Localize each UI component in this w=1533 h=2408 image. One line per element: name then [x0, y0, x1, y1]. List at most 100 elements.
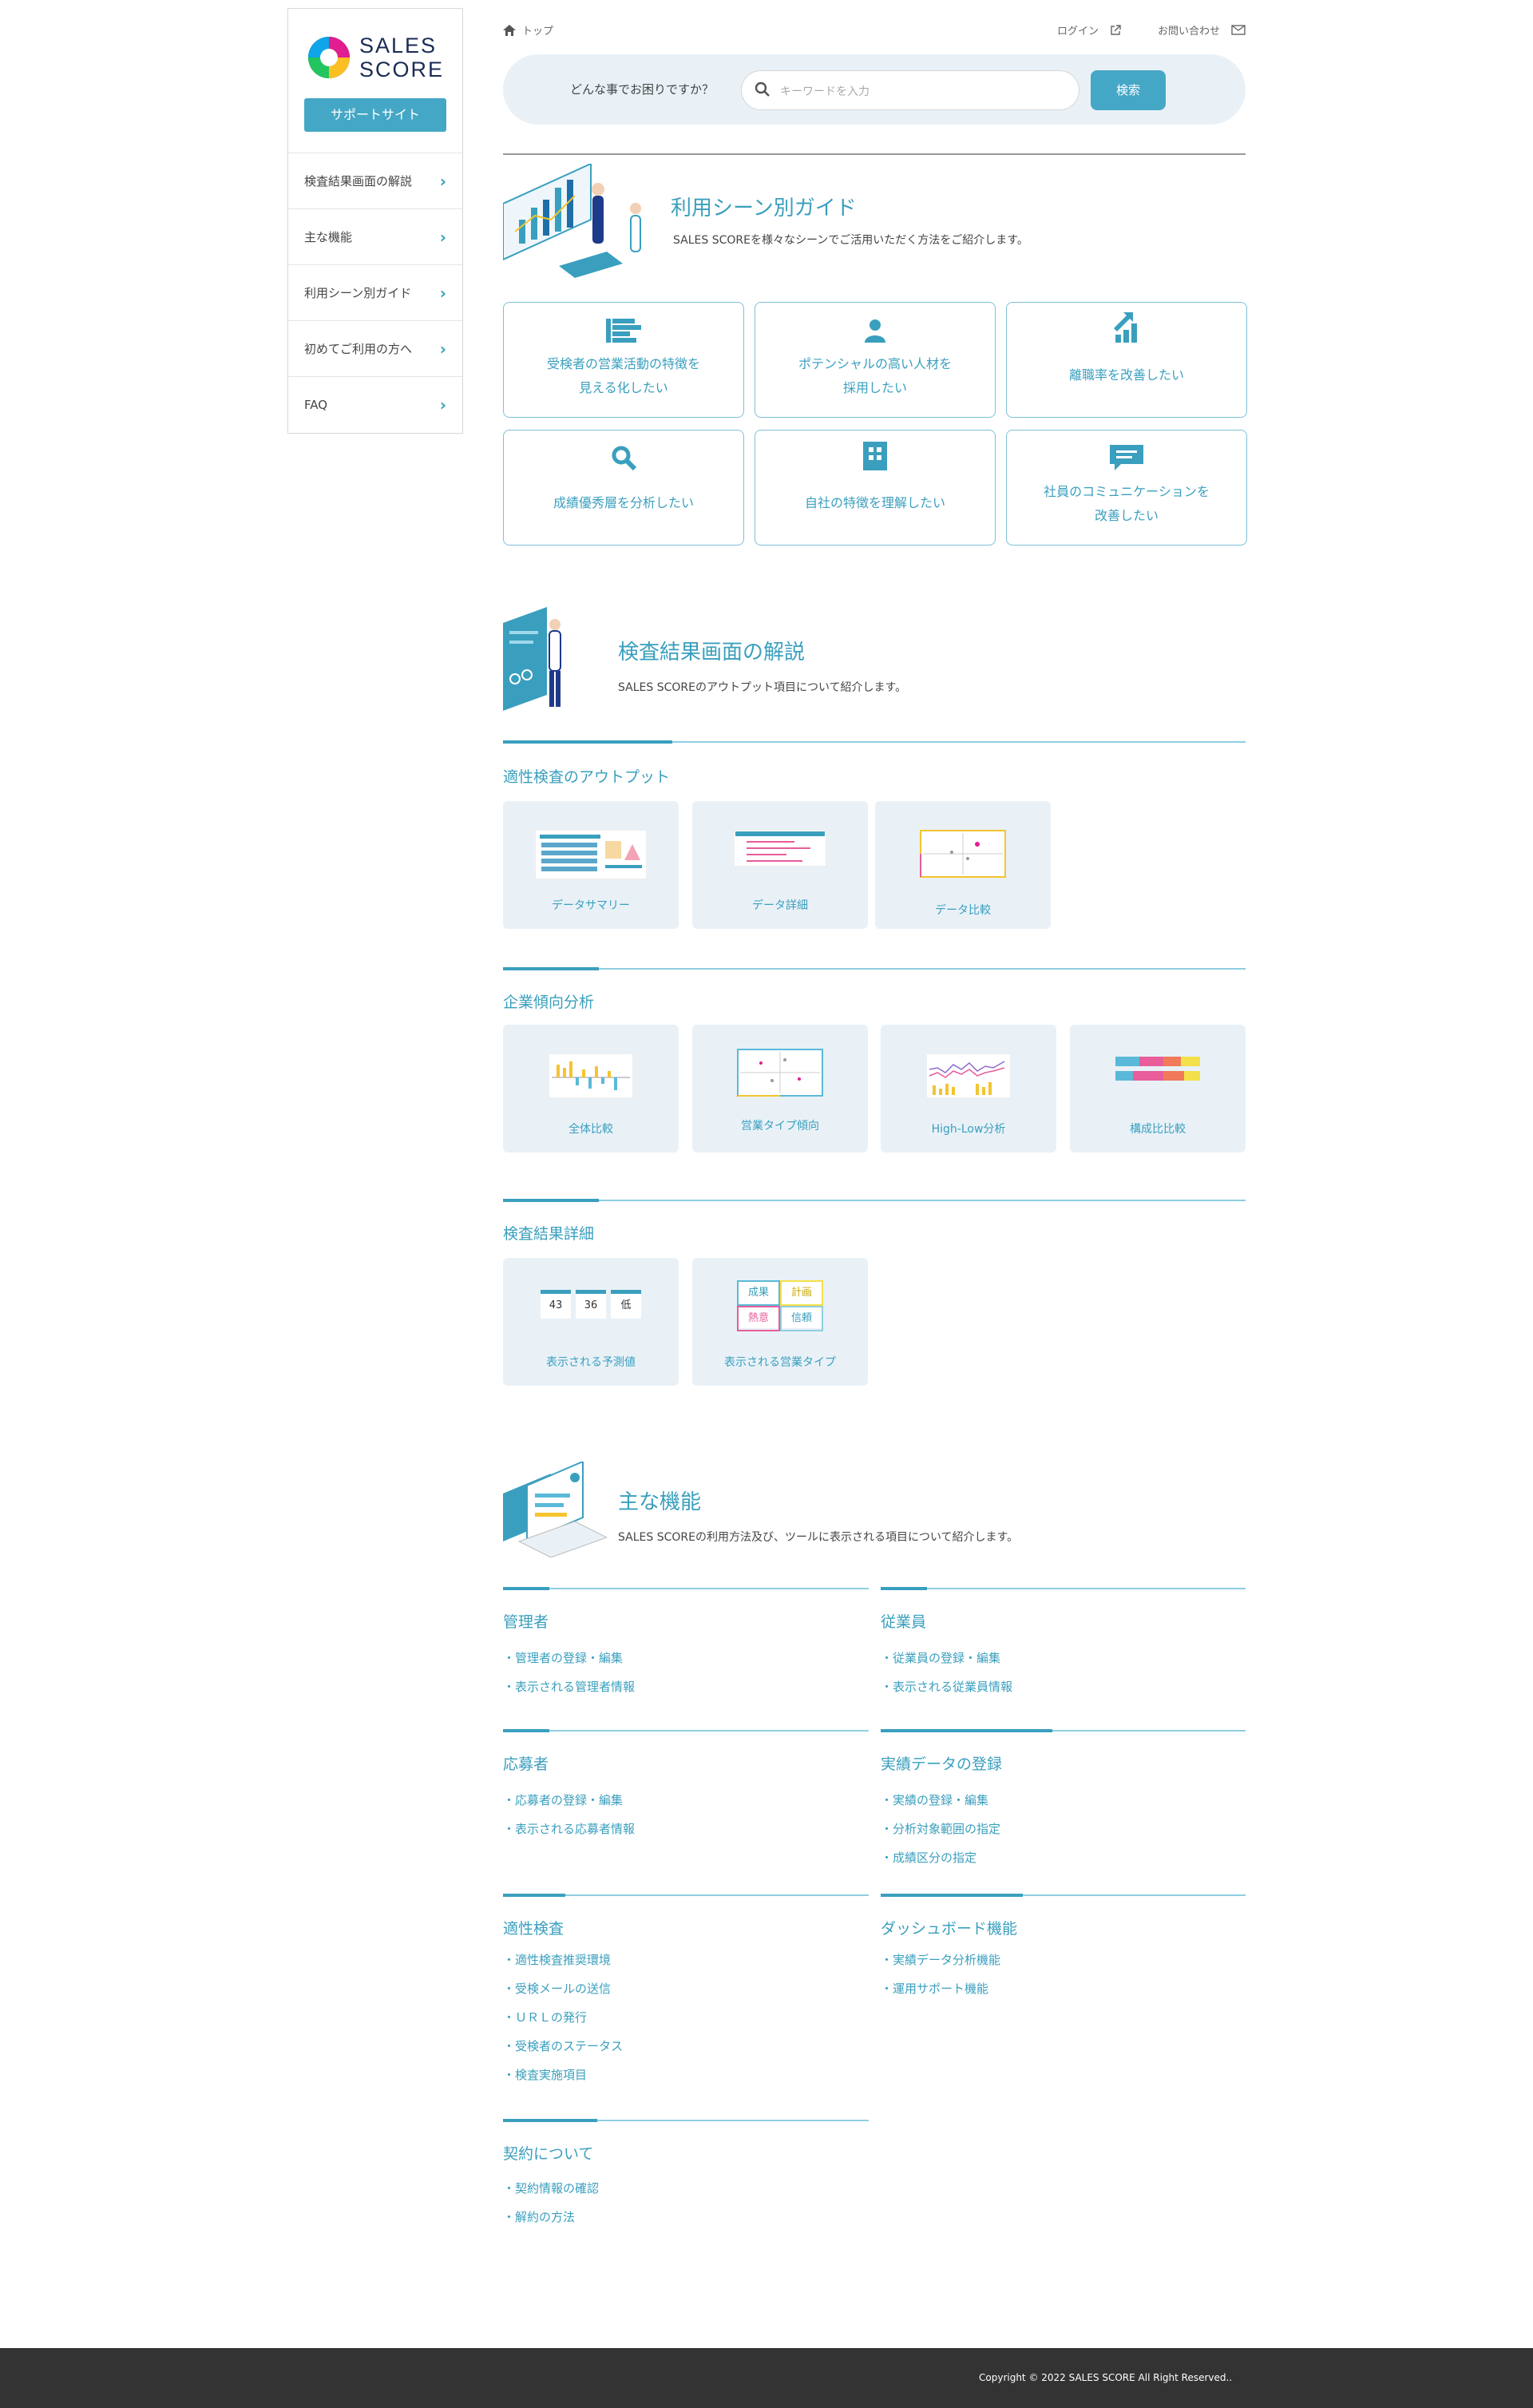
divider-accent	[503, 1894, 565, 1897]
feature-link[interactable]: ・検査実施項目	[503, 2061, 623, 2089]
guide-illustration	[503, 164, 641, 278]
group-divider	[881, 1894, 1246, 1897]
feature-link[interactable]: ・管理者の登録・編集	[503, 1644, 635, 1672]
feature-list-applicant: ・応募者の登録・編集 ・表示される応募者情報	[503, 1786, 635, 1843]
sidebar-item-label: FAQ	[304, 398, 328, 412]
feature-link[interactable]: ・表示される応募者情報	[503, 1815, 635, 1843]
home-icon	[503, 24, 516, 36]
chevron-right-icon: ›	[439, 283, 446, 303]
detail-card-label: 表示される営業タイプ	[724, 1356, 836, 1369]
detail-card-predictions[interactable]: 43 36 低 表示される予測値	[503, 1258, 679, 1386]
feature-link[interactable]: ・受検メールの送信	[503, 1974, 623, 2003]
output-card-label: データ詳細	[752, 899, 808, 912]
feature-link[interactable]: ・表示される従業員情報	[881, 1672, 1012, 1701]
chevron-right-icon: ›	[439, 395, 446, 415]
trend-card-sales-type[interactable]: 営業タイプ傾向	[692, 1025, 868, 1152]
results-title: 検査結果画面の解説	[618, 641, 806, 664]
predict-value-box: 43	[541, 1290, 571, 1319]
sidebar-item-beginners[interactable]: 初めてご利用の方へ ›	[288, 321, 462, 377]
sidebar-item-label: 主な機能	[304, 230, 353, 244]
search-input[interactable]: キーワードを入力	[741, 70, 1079, 110]
guide-card-company[interactable]: 自社の特徴を理解したい	[755, 430, 996, 545]
search-button[interactable]: 検索	[1091, 70, 1166, 110]
guide-card-visualize[interactable]: 受検者の営業活動の特徴を 見える化したい	[503, 302, 744, 418]
top-bar: トップ ログイン お問い合わせ	[503, 22, 1246, 40]
trend-card-label: 全体比較	[568, 1123, 613, 1136]
high-low-thumbnail	[926, 1053, 1011, 1098]
feature-link[interactable]: ・分析対象範囲の指定	[881, 1815, 1000, 1843]
footer: Copyright © 2022 SALES SCORE All Right R…	[0, 2348, 1533, 2408]
feature-link[interactable]: ・実績データ分析機能	[881, 1946, 1000, 1974]
group-divider	[503, 1894, 869, 1897]
guide-card-communication[interactable]: 社員のコミュニケーションを 改善したい	[1006, 430, 1247, 545]
feature-link[interactable]: ・運用サポート機能	[881, 1974, 1000, 2003]
feature-link[interactable]: ・従業員の登録・編集	[881, 1644, 1012, 1672]
features-illustration	[503, 1462, 607, 1557]
guide-card-analyze[interactable]: 成績優秀層を分析したい	[503, 430, 744, 545]
header-links: ログイン お問い合わせ	[1057, 22, 1246, 38]
trend-title: 企業傾向分析	[503, 994, 595, 1011]
overall-compare-thumbnail	[549, 1053, 633, 1098]
output-card-detail[interactable]: データ詳細	[692, 801, 868, 929]
group-divider	[503, 1587, 869, 1590]
guide-card-label: 離職率を改善したい	[1068, 367, 1184, 383]
feature-group-title: 実績データの登録	[881, 1755, 1003, 1773]
guide-card-label: 社員のコミュニケーションを	[1044, 484, 1210, 499]
contact-link[interactable]: お問い合わせ	[1158, 22, 1220, 38]
login-link[interactable]: ログイン	[1057, 22, 1099, 38]
mail-icon	[1231, 25, 1246, 35]
sidebar-item-features[interactable]: 主な機能 ›	[288, 209, 462, 265]
feature-link[interactable]: ・受検者のステータス	[503, 2032, 623, 2061]
guide-card-label: 成績優秀層を分析したい	[553, 495, 694, 510]
detail-card-sales-types[interactable]: 成果 計画 熱意 信頼 表示される営業タイプ	[692, 1258, 868, 1386]
guide-card-label: 採用したい	[842, 380, 907, 395]
guide-card-label: ポテンシャルの高い人材を	[798, 356, 952, 371]
trend-card-label: 営業タイプ傾向	[741, 1120, 819, 1133]
logo[interactable]: SALES SCORE	[304, 30, 446, 85]
guide-card-turnover[interactable]: 離職率を改善したい	[1006, 302, 1247, 418]
output-card-compare[interactable]: データ比較	[875, 801, 1051, 929]
copyright: Copyright © 2022 SALES SCORE All Right R…	[979, 2372, 1233, 2383]
group-divider	[881, 1729, 1246, 1732]
feature-list-dashboard: ・実績データ分析機能 ・運用サポート機能	[881, 1946, 1000, 2003]
section-divider	[503, 1199, 1246, 1202]
group-divider	[881, 1587, 1246, 1590]
logo-line1: SALES	[358, 34, 438, 58]
trend-card-high-low[interactable]: High-Low分析	[881, 1025, 1056, 1152]
feature-link[interactable]: ・適性検査推奨環境	[503, 1946, 623, 1974]
breadcrumb-home[interactable]: トップ	[503, 22, 553, 38]
feature-link[interactable]: ・解約の方法	[503, 2203, 599, 2231]
divider-accent	[881, 1894, 1023, 1897]
guide-card-recruit[interactable]: ポテンシャルの高い人材を 採用したい	[755, 302, 996, 418]
feature-link[interactable]: ・応募者の登録・編集	[503, 1786, 635, 1815]
support-site-button[interactable]: サポートサイト	[304, 98, 446, 132]
output-card-summary[interactable]: データサマリー	[503, 801, 679, 929]
search-panel: どんな事でお困りですか？ キーワードを入力 検索	[503, 54, 1246, 125]
trend-card-overall[interactable]: 全体比較	[503, 1025, 679, 1152]
sales-type-thumbnail	[737, 1049, 823, 1097]
feature-link[interactable]: ・契約情報の確認	[503, 2174, 599, 2203]
feature-link[interactable]: ・成績区分の指定	[881, 1843, 1000, 1872]
feature-list-employee: ・従業員の登録・編集 ・表示される従業員情報	[881, 1644, 1012, 1701]
search-icon	[755, 81, 770, 97]
bars-icon	[504, 303, 743, 343]
feature-link[interactable]: ・表示される管理者情報	[503, 1672, 635, 1701]
guide-card-label: 改善したい	[1094, 508, 1159, 523]
sidebar-item-faq[interactable]: FAQ ›	[288, 377, 462, 433]
divider-accent	[503, 1199, 599, 1202]
divider-accent	[503, 1587, 549, 1590]
group-divider	[503, 2119, 869, 2122]
features-desc: SALES SCOREの利用方法及び、ツールに表示される項目について紹介します。	[618, 1531, 1019, 1544]
feature-group-title: 適性検査	[503, 1920, 564, 1938]
divider-accent	[881, 1729, 1052, 1732]
sidebar-item-guide[interactable]: 利用シーン別ガイド ›	[288, 265, 462, 321]
feature-link[interactable]: ・ＵＲＬの発行	[503, 2003, 623, 2032]
predict-values-thumbnail: 43 36 低	[541, 1290, 641, 1319]
external-link-icon	[1111, 24, 1121, 35]
feature-link[interactable]: ・実績の登録・編集	[881, 1786, 1000, 1815]
trend-card-composition[interactable]: 構成比比較	[1070, 1025, 1246, 1152]
feature-list-aptitude: ・適性検査推奨環境 ・受検メールの送信 ・ＵＲＬの発行 ・受検者のステータス ・…	[503, 1946, 623, 2089]
chevron-right-icon: ›	[439, 339, 446, 359]
results-illustration	[503, 607, 561, 711]
sidebar-item-results[interactable]: 検査結果画面の解説 ›	[288, 153, 462, 209]
